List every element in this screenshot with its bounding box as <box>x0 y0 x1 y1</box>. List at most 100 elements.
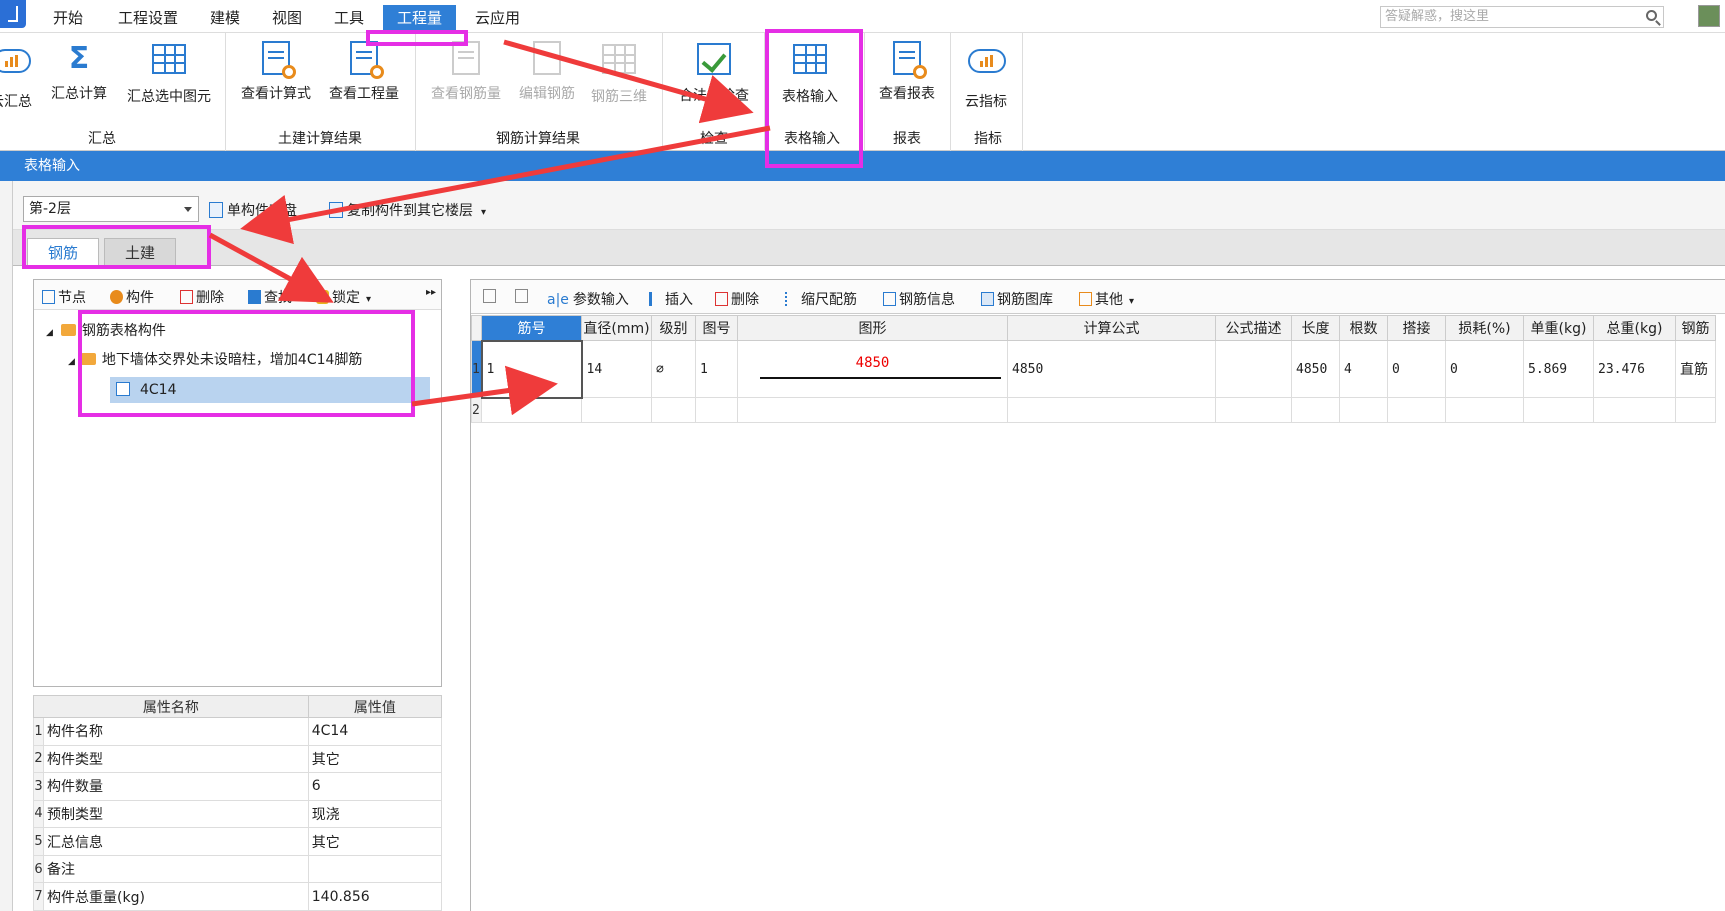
cell-unit-weight[interactable] <box>1523 397 1594 423</box>
tab-rebar[interactable]: 钢筋 <box>27 238 99 266</box>
col-shape[interactable]: 图形 <box>737 315 1008 341</box>
view-quantity-button[interactable]: 查看工程量 <box>324 41 404 103</box>
collapse-icon[interactable]: ◢ <box>68 357 75 367</box>
search-icon[interactable] <box>1646 10 1657 21</box>
cell-fig-no[interactable]: 1 <box>695 340 738 398</box>
prop-value[interactable]: 6 <box>307 772 443 801</box>
col-unit-weight[interactable]: 单重(kg) <box>1523 315 1594 341</box>
table-row[interactable]: 6 备注 <box>33 854 443 884</box>
menu-start[interactable]: 开始 <box>53 6 83 30</box>
search-input[interactable]: 答疑解惑，搜这里 <box>1380 6 1664 28</box>
table-row[interactable]: 3 构件数量 6 <box>33 772 443 801</box>
cell-fig-no[interactable] <box>695 397 738 423</box>
col-formula-desc[interactable]: 公式描述 <box>1215 315 1292 341</box>
tree-leaf[interactable]: 4C14 <box>116 378 177 402</box>
avatar[interactable] <box>1698 5 1720 27</box>
col-loss[interactable]: 损耗(%) <box>1445 315 1524 341</box>
table-row[interactable]: 1 构件名称 4C14 <box>33 717 443 746</box>
lock-button[interactable]: 锁定 ▾ <box>316 287 371 307</box>
prop-value[interactable]: 4C14 <box>307 717 443 746</box>
param-input-button[interactable]: a|e 参数输入 <box>547 289 629 309</box>
cell-count[interactable]: 4 <box>1339 340 1388 398</box>
table-row[interactable]: 2 构件类型 其它 <box>33 744 443 774</box>
view-formula-button[interactable]: 查看计算式 <box>236 41 316 103</box>
cloud-summary-button[interactable]: 云汇总 <box>0 41 36 111</box>
cell-bar-no[interactable]: 1 <box>480 339 583 399</box>
prop-value[interactable]: 140.856 <box>307 882 443 911</box>
rebar-info-button[interactable]: 钢筋信息 <box>883 289 955 309</box>
cell-shape[interactable] <box>737 397 1008 423</box>
col-diameter[interactable]: 直径(mm) <box>581 315 652 341</box>
cell-diameter[interactable] <box>581 397 652 423</box>
cell-formula[interactable]: 4850 <box>1007 340 1216 398</box>
scale-rebar-button[interactable]: 缩尺配筋 <box>785 289 857 309</box>
menu-view[interactable]: 视图 <box>272 6 302 30</box>
prop-value[interactable] <box>307 854 443 884</box>
cell-unit-weight[interactable]: 5.869 <box>1523 340 1594 398</box>
table-row[interactable]: 7 构件总重量(kg) 140.856 <box>33 882 443 911</box>
table-row[interactable]: 2 <box>471 397 1716 423</box>
cell-formula-desc[interactable] <box>1215 397 1292 423</box>
cell-rebar-type[interactable]: 直筋 <box>1675 340 1716 398</box>
col-grade[interactable]: 级别 <box>651 315 696 341</box>
find-button[interactable]: 查找 <box>248 287 292 307</box>
summary-selected-button[interactable]: 汇总选中图元 <box>120 41 218 106</box>
floor-select[interactable]: 第-2层 <box>23 196 199 222</box>
menu-tools[interactable]: 工具 <box>334 6 364 30</box>
rebar-3d-button[interactable]: 钢筋三维 <box>586 41 652 106</box>
move-up-icon[interactable] <box>483 289 499 305</box>
col-rebar-type[interactable]: 钢筋 <box>1675 315 1716 341</box>
cell-lap[interactable]: 0 <box>1387 340 1446 398</box>
validity-check-button[interactable]: 合法性检查 <box>672 41 756 105</box>
col-formula[interactable]: 计算公式 <box>1007 315 1216 341</box>
tree-root[interactable]: ◢ 钢筋表格构件 <box>46 319 166 343</box>
cell-formula[interactable] <box>1007 397 1216 423</box>
menu-cloud-apps[interactable]: 云应用 <box>475 6 520 30</box>
collapse-icon[interactable]: ◢ <box>46 328 53 338</box>
col-count[interactable]: 根数 <box>1339 315 1388 341</box>
table-input-button[interactable]: 表格输入 <box>772 41 848 106</box>
menu-quantities[interactable]: 工程量 <box>383 5 457 31</box>
cell-grade[interactable] <box>651 397 696 423</box>
insert-button[interactable]: 插入 <box>649 289 693 309</box>
menu-project-settings[interactable]: 工程设置 <box>118 6 178 30</box>
cell-length[interactable]: 4850 <box>1291 340 1340 398</box>
delete-row-button[interactable]: 删除 <box>715 289 759 309</box>
col-bar-no[interactable]: 筋号 <box>481 315 582 341</box>
prop-value[interactable]: 其它 <box>307 827 443 856</box>
tab-civil[interactable]: 土建 <box>104 238 176 266</box>
view-report-button[interactable]: 查看报表 <box>872 41 942 103</box>
col-lap[interactable]: 搭接 <box>1387 315 1446 341</box>
copy-to-floors-button[interactable]: 复制构件到其它楼层 ▾ <box>329 200 486 220</box>
col-fig-no[interactable]: 图号 <box>695 315 738 341</box>
move-down-icon[interactable] <box>515 289 531 305</box>
prop-value[interactable]: 现浇 <box>307 799 443 829</box>
row-number[interactable]: 2 <box>471 397 482 423</box>
cell-loss[interactable]: 0 <box>1445 340 1524 398</box>
rebar-library-button[interactable]: 钢筋图库 <box>981 289 1053 309</box>
cell-rebar-type[interactable] <box>1675 397 1716 423</box>
table-row[interactable]: 5 汇总信息 其它 <box>33 827 443 856</box>
add-node-button[interactable]: 节点 <box>42 287 86 307</box>
save-single-button[interactable]: 单构件存盘 <box>209 200 297 220</box>
cloud-index-button[interactable]: 云指标 <box>958 41 1014 111</box>
cell-total-weight[interactable]: 23.476 <box>1593 340 1676 398</box>
cell-shape[interactable]: 4850 <box>737 340 1008 398</box>
row-number[interactable]: 1 <box>471 340 482 398</box>
table-row[interactable]: 4 预制类型 现浇 <box>33 799 443 829</box>
menu-modeling[interactable]: 建模 <box>210 6 240 30</box>
cell-total-weight[interactable] <box>1593 397 1676 423</box>
cell-loss[interactable] <box>1445 397 1524 423</box>
add-component-button[interactable]: 构件 <box>110 287 154 307</box>
table-row[interactable]: 1 1 14 ⌀ 1 4850 4850 4850 4 0 0 5.869 23… <box>471 339 1716 399</box>
other-button[interactable]: 其他 ▾ <box>1079 289 1134 309</box>
tree-node[interactable]: ◢ 地下墙体交界处未设暗柱，增加4C14脚筋 <box>68 348 362 372</box>
view-rebar-button[interactable]: 查看钢筋量 <box>426 41 506 103</box>
delete-button[interactable]: 删除 <box>180 287 224 307</box>
summary-calc-button[interactable]: Σ 汇总计算 <box>48 41 110 103</box>
cell-diameter[interactable]: 14 <box>581 340 652 398</box>
cell-length[interactable] <box>1291 397 1340 423</box>
app-logo[interactable] <box>0 0 26 28</box>
prop-value[interactable]: 其它 <box>307 744 443 774</box>
more-arrow-icon[interactable]: ▸▸ <box>426 287 436 298</box>
